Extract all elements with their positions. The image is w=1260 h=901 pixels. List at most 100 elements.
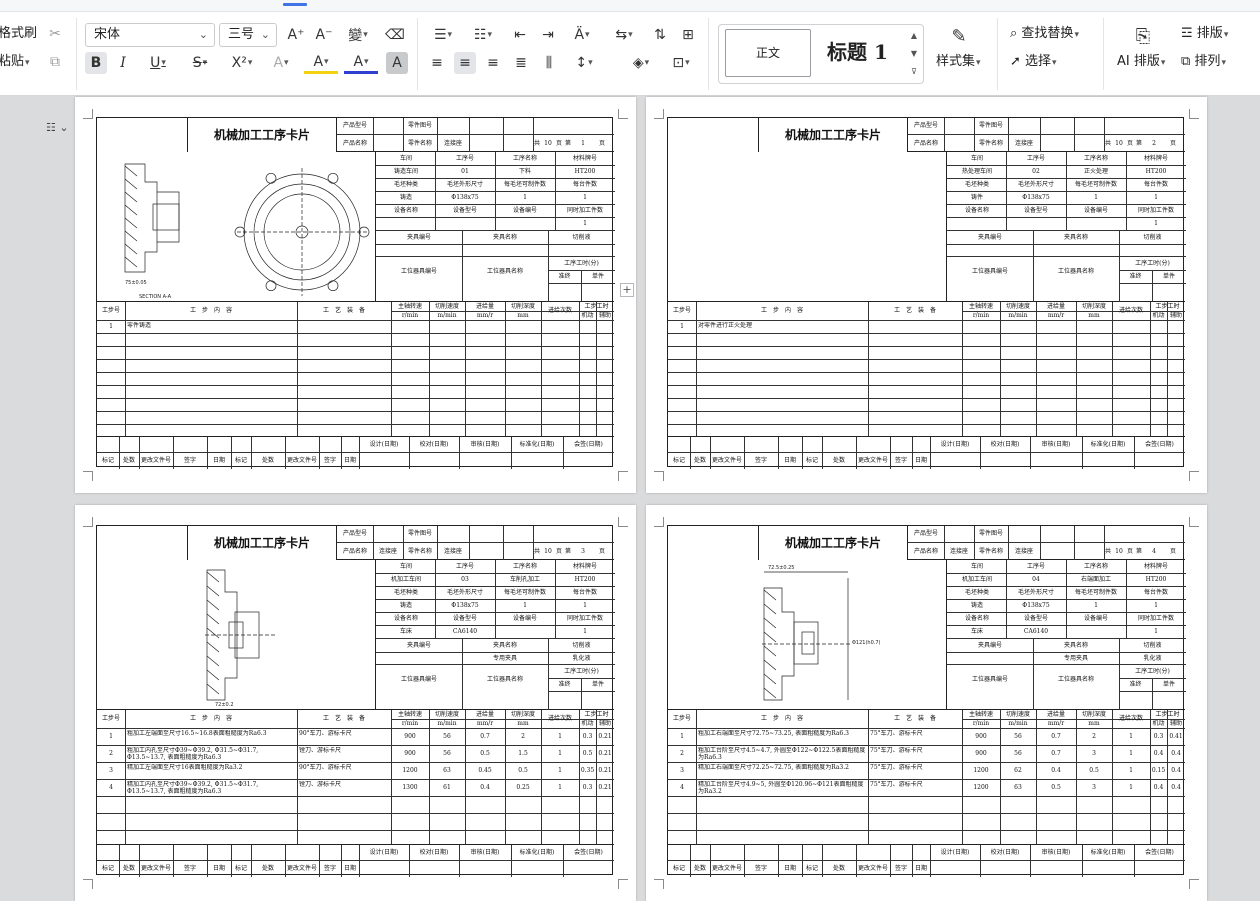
copy-icon[interactable]: ⧉ bbox=[44, 51, 66, 73]
table-insert-button[interactable]: ⊞ bbox=[677, 24, 699, 46]
select-button[interactable]: ➚ 选择▾ bbox=[1010, 52, 1057, 73]
page-4[interactable]: 机械加工工序卡片 产品型号 产品名称 零件图号 零件名称 连接座 连接座共 10 页第 4 页 72.… bbox=[646, 505, 1207, 901]
text-direction-button[interactable]: Ä ▾ bbox=[566, 24, 598, 46]
hatch-line bbox=[763, 589, 777, 601]
style-heading-1[interactable]: 标题 1 bbox=[827, 29, 888, 75]
info-cell: 铸造 bbox=[399, 194, 412, 201]
station-tool-no-label: 工位器具编号 bbox=[971, 268, 1008, 275]
step-value: 56 bbox=[1014, 733, 1022, 740]
revision-label: 更改文件号 bbox=[711, 865, 742, 872]
unit-cell: 机动 bbox=[581, 312, 594, 319]
rule-line bbox=[319, 845, 320, 877]
step-value: 0.4 bbox=[1171, 784, 1181, 791]
step-header-cell: 切削深度 bbox=[510, 711, 535, 718]
time-total-label: 准终 bbox=[1129, 681, 1142, 688]
page-3[interactable]: 机械加工工序卡片 产品型号 产品名称 零件图号 零件名称 连接座 连接座共 10 页第 3 页 72±… bbox=[75, 505, 636, 901]
sort-button[interactable]: ⇅ bbox=[649, 24, 671, 46]
info-cell: HT200 bbox=[574, 576, 596, 583]
rule-line bbox=[341, 437, 342, 469]
info-cell: 车床 bbox=[970, 628, 983, 635]
paste-button[interactable]: 粘贴▾ bbox=[0, 52, 30, 73]
info-cell: 设备编号 bbox=[512, 615, 537, 622]
step-value: 0.3 bbox=[1153, 733, 1164, 740]
revision-label: 更改文件号 bbox=[286, 457, 317, 464]
nav-pane-toggle[interactable]: ☷ ⌄ bbox=[46, 121, 86, 141]
info-cell: 设备名称 bbox=[964, 207, 989, 214]
style-set-button[interactable]: ✎ bbox=[946, 23, 972, 49]
text-effect-button[interactable]: A ▾ bbox=[266, 52, 296, 74]
unit-cell: mm bbox=[517, 312, 529, 319]
page-label: 第 bbox=[564, 548, 571, 555]
info-cell: 1 bbox=[1154, 194, 1158, 201]
arrange-button[interactable]: ⧉ 排列▾ bbox=[1181, 52, 1226, 73]
page-2[interactable]: 机械加工工序卡片 产品型号 产品名称 零件图号 零件名称 连接座共 10 页第 2 页车间 工序号工… bbox=[646, 97, 1207, 493]
decrease-indent-button[interactable]: ⇤ bbox=[509, 24, 531, 46]
step-header-cell: 进给次数 bbox=[547, 307, 572, 314]
font-name-select[interactable]: 宋体 ⌄ bbox=[85, 23, 215, 47]
superscript-button[interactable]: X² ▾ bbox=[225, 52, 259, 74]
font-size-select[interactable]: 三号 ⌄ bbox=[219, 23, 277, 47]
clear-format-button[interactable]: ⌫ bbox=[384, 24, 406, 46]
italic-button[interactable]: I bbox=[112, 52, 134, 74]
rule-line bbox=[696, 302, 697, 436]
page-corner-mark bbox=[618, 109, 628, 119]
hatch-line bbox=[206, 627, 220, 639]
line-spacing-button[interactable]: ↕ ▾ bbox=[568, 52, 600, 74]
justify-button[interactable]: ≣ bbox=[510, 52, 532, 74]
step-value bbox=[1167, 321, 1185, 333]
bold-button[interactable]: B bbox=[85, 52, 107, 74]
unit-cell: mm/r bbox=[1047, 720, 1065, 727]
info-cell: 铸件 bbox=[970, 194, 983, 201]
cut-icon[interactable]: ✂ bbox=[44, 23, 66, 45]
revision-label: 标记 bbox=[805, 865, 818, 872]
unit-cell: 机动 bbox=[1152, 720, 1165, 727]
increase-indent-button[interactable]: ⇥ bbox=[537, 24, 559, 46]
pinyin-button[interactable]: 變 ▾ bbox=[343, 24, 373, 46]
step-content: 粗加工左端面至尺寸16.5~16.8表面粗糙度为Ra6.3 bbox=[127, 730, 267, 737]
info-cell: Φ138x75 bbox=[1022, 602, 1050, 609]
find-replace-button[interactable]: ⌕ 查找替换▾ bbox=[1010, 24, 1079, 45]
align-right-button[interactable]: ≡ bbox=[482, 52, 504, 74]
font-color-button[interactable]: A ▾ bbox=[344, 52, 378, 74]
line-break-button[interactable]: ⇆ ▾ bbox=[609, 24, 639, 46]
style-scroll[interactable]: ▲ ▼ ⊽ bbox=[907, 27, 921, 81]
outline-icon: ☷ bbox=[46, 121, 56, 134]
align-center-button[interactable]: ≡ bbox=[454, 52, 476, 74]
distribute-button[interactable]: ⫼ bbox=[538, 52, 560, 74]
underline-button[interactable]: U ▾ bbox=[142, 52, 174, 74]
add-page-button[interactable]: + bbox=[620, 283, 634, 297]
info-cell: 设备型号 bbox=[1023, 615, 1048, 622]
format-painter-button[interactable]: 格式刷 bbox=[0, 24, 37, 44]
operation-info: 车间 工序号 工序名称 材料牌号 铸造车间 01 下料 HT200 毛坯种类 毛坯外形尺寸 每毛坯可… bbox=[375, 152, 615, 302]
page-1[interactable]: 机械加工工序卡片 产品型号 产品名称 零件图号 零件名称 连接座共 10 页第 1 页 75±0.0… bbox=[75, 97, 636, 493]
part-no-label: 零件图号 bbox=[407, 530, 432, 537]
part-name-value: 连接座 bbox=[443, 548, 462, 555]
align-center-icon: ≡ bbox=[459, 55, 471, 71]
shrink-font-button[interactable]: A⁻ bbox=[313, 24, 335, 46]
info-cell: 毛坯外形尺寸 bbox=[1017, 589, 1054, 596]
revision-label: 标记 bbox=[672, 865, 685, 872]
char-shading-button[interactable]: A bbox=[386, 52, 408, 74]
rule-line bbox=[668, 359, 1185, 360]
numbering-button[interactable]: ☷ ▾ bbox=[468, 24, 498, 46]
borders-button[interactable]: ⊡ ▾ bbox=[665, 52, 697, 74]
shading-button[interactable]: ◈ ▾ bbox=[625, 52, 657, 74]
grow-font-button[interactable]: A⁺ bbox=[285, 24, 307, 46]
style-normal[interactable]: 正文 bbox=[725, 29, 811, 77]
revision-label: 日期 bbox=[343, 865, 356, 872]
strikethrough-button[interactable]: S ▾ bbox=[184, 52, 216, 74]
ai-layout-button[interactable]: AI 排版▾ bbox=[1117, 52, 1165, 73]
align-left-button[interactable]: ≡ bbox=[426, 52, 448, 74]
rule-line bbox=[856, 437, 857, 469]
step-value: 0.7 bbox=[1051, 750, 1061, 757]
step-value bbox=[1076, 321, 1112, 333]
rule-line bbox=[668, 796, 1185, 797]
style-set-label[interactable]: 样式集▾ bbox=[936, 52, 981, 73]
highlight-button[interactable]: A ▾ bbox=[304, 52, 338, 74]
info-cell: HT200 bbox=[574, 168, 596, 175]
step-value: 0.5 bbox=[582, 750, 593, 757]
layout-button[interactable]: ☲ 排版▾ bbox=[1181, 24, 1228, 45]
bullets-button[interactable]: ☰ ▾ bbox=[428, 24, 458, 46]
rule-line bbox=[459, 845, 460, 877]
info-cell: 设备编号 bbox=[512, 207, 537, 214]
